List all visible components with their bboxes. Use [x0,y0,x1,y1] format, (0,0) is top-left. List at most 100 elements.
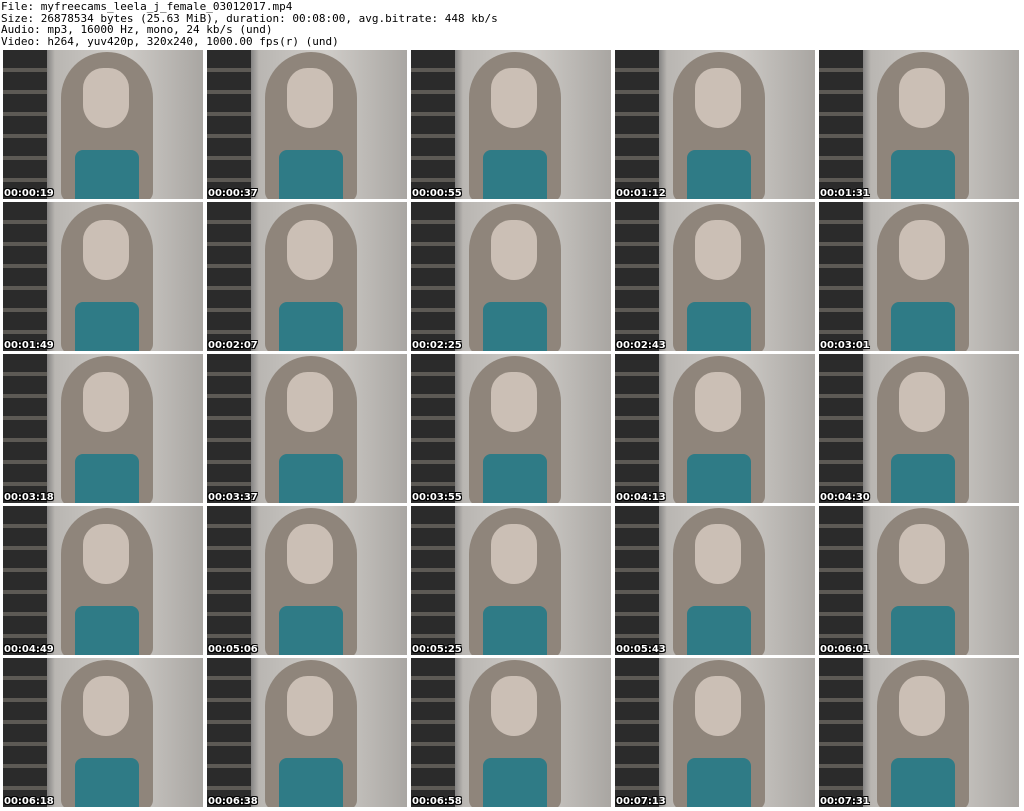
figure-top [687,302,751,351]
video-thumbnail[interactable]: 00:04:30 [819,354,1019,503]
video-thumbnail[interactable]: 00:03:01 [819,202,1019,351]
figure-face [899,68,945,128]
video-thumbnail[interactable]: 00:02:25 [411,202,611,351]
figure-top [891,150,955,199]
figure-face [83,220,129,280]
background-shelf [615,354,659,503]
figure-top [279,758,343,807]
thumbnail-timestamp: 00:00:55 [412,188,462,199]
background-shelf [615,506,659,655]
video-thumbnail[interactable]: 00:04:13 [615,354,815,503]
video-thumbnail[interactable]: 00:06:38 [207,658,407,807]
thumbnail-timestamp: 00:03:37 [208,492,258,503]
figure-face [899,676,945,736]
video-thumbnail[interactable]: 00:03:37 [207,354,407,503]
figure-top [75,454,139,503]
figure-top [279,302,343,351]
figure-face [287,524,333,584]
background-shelf [207,202,251,351]
figure-face [491,676,537,736]
thumbnail-timestamp: 00:04:30 [820,492,870,503]
background-shelf [819,354,863,503]
video-thumbnail[interactable]: 00:04:49 [3,506,203,655]
figure-face [287,676,333,736]
thumbnail-timestamp: 00:04:49 [4,644,54,655]
figure-top [687,606,751,655]
thumbnail-timestamp: 00:06:38 [208,796,258,807]
background-shelf [3,354,47,503]
figure-top [891,302,955,351]
video-thumbnail[interactable]: 00:05:25 [411,506,611,655]
video-thumbnail[interactable]: 00:06:18 [3,658,203,807]
figure-face [287,220,333,280]
video-thumbnail[interactable]: 00:03:55 [411,354,611,503]
video-thumbnail[interactable]: 00:05:06 [207,506,407,655]
background-shelf [207,506,251,655]
figure-top [687,454,751,503]
video-thumbnail[interactable]: 00:06:58 [411,658,611,807]
thumbnail-timestamp: 00:02:07 [208,340,258,351]
background-shelf [207,50,251,199]
thumbnail-timestamp: 00:03:01 [820,340,870,351]
thumbnail-timestamp: 00:01:12 [616,188,666,199]
thumbnail-timestamp: 00:06:01 [820,644,870,655]
figure-face [491,372,537,432]
background-shelf [411,50,455,199]
video-thumbnail[interactable]: 00:00:37 [207,50,407,199]
background-shelf [819,658,863,807]
figure-face [491,220,537,280]
figure-face [287,372,333,432]
background-shelf [411,354,455,503]
figure-face [695,676,741,736]
video-thumbnail[interactable]: 00:07:13 [615,658,815,807]
video-thumbnail[interactable]: 00:00:55 [411,50,611,199]
background-shelf [207,658,251,807]
background-shelf [819,50,863,199]
thumbnail-timestamp: 00:00:19 [4,188,54,199]
thumbnail-timestamp: 00:02:43 [616,340,666,351]
background-shelf [819,506,863,655]
video-thumbnail[interactable]: 00:06:01 [819,506,1019,655]
figure-top [279,150,343,199]
video-thumbnail[interactable]: 00:01:49 [3,202,203,351]
figure-face [83,676,129,736]
thumbnail-timestamp: 00:06:58 [412,796,462,807]
thumbnail-timestamp: 00:05:43 [616,644,666,655]
figure-face [83,372,129,432]
figure-face [695,524,741,584]
figure-top [891,758,955,807]
background-shelf [615,202,659,351]
figure-top [483,454,547,503]
figure-top [75,758,139,807]
video-thumbnail[interactable]: 00:00:19 [3,50,203,199]
background-shelf [411,506,455,655]
video-thumbnail[interactable]: 00:01:12 [615,50,815,199]
figure-top [891,454,955,503]
video-thumbnail[interactable]: 00:07:31 [819,658,1019,807]
figure-top [891,606,955,655]
thumbnail-timestamp: 00:05:06 [208,644,258,655]
file-name: File: myfreecams_leela_j_female_03012017… [1,0,293,13]
figure-top [483,302,547,351]
background-shelf [3,506,47,655]
figure-top [483,606,547,655]
figure-face [287,68,333,128]
thumbnail-timestamp: 00:01:49 [4,340,54,351]
thumbnail-timestamp: 00:07:31 [820,796,870,807]
video-thumbnail[interactable]: 00:02:43 [615,202,815,351]
video-thumbnail[interactable]: 00:05:43 [615,506,815,655]
file-info-header: File: myfreecams_leela_j_female_03012017… [0,0,1024,50]
figure-top [75,302,139,351]
contact-sheet: File: myfreecams_leela_j_female_03012017… [0,0,1024,811]
thumbnail-grid: 00:00:19 00:00:37 00:00:55 00:01:12 00:01:31… [3,50,1023,809]
figure-face [695,372,741,432]
video-thumbnail[interactable]: 00:02:07 [207,202,407,351]
background-shelf [819,202,863,351]
video-thumbnail[interactable]: 00:01:31 [819,50,1019,199]
background-shelf [3,658,47,807]
video-thumbnail[interactable]: 00:03:18 [3,354,203,503]
thumbnail-timestamp: 00:00:37 [208,188,258,199]
figure-face [491,68,537,128]
figure-face [83,524,129,584]
background-shelf [207,354,251,503]
